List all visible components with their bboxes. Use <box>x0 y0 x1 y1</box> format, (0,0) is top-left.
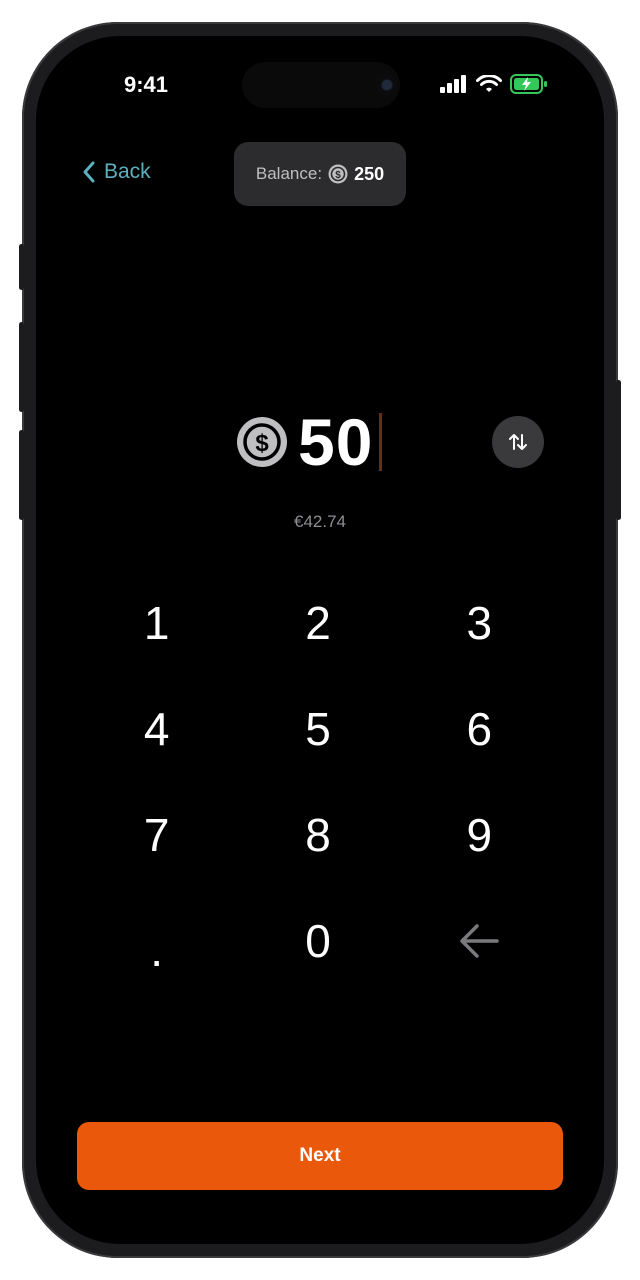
status-icons <box>440 74 548 94</box>
balance-label: Balance: <box>255 164 323 183</box>
next-button[interactable]: Next <box>77 1122 563 1190</box>
text-caret <box>379 413 383 471</box>
numeric-keypad: 1 2 3 4 5 6 7 8 9 . 0 <box>76 570 560 994</box>
chevron-left-icon <box>83 161 95 183</box>
key-0[interactable]: 0 <box>237 888 398 994</box>
key-1[interactable]: 1 <box>76 570 237 676</box>
silent-switch <box>19 244 24 290</box>
key-6[interactable]: 6 <box>399 676 560 782</box>
key-7[interactable]: 7 <box>76 782 237 888</box>
key-5[interactable]: 5 <box>237 676 398 782</box>
status-time: 9:41 <box>124 72 169 97</box>
backspace-arrow-icon <box>460 924 500 958</box>
back-button[interactable]: Back <box>82 160 151 184</box>
usdc-coin-icon: $ <box>328 164 348 184</box>
volume-down-button <box>19 430 24 520</box>
fiat-equivalent: €42.74 <box>294 512 346 531</box>
cellular-signal-icon <box>440 75 466 93</box>
back-label: Back <box>104 160 151 183</box>
key-decimal[interactable]: . <box>76 888 237 994</box>
app-screen: 9:41 Back Balance: $ 250 $ 50 €42.74 1 2… <box>36 36 604 1244</box>
key-8[interactable]: 8 <box>237 782 398 888</box>
key-3[interactable]: 3 <box>399 570 560 676</box>
key-9[interactable]: 9 <box>399 782 560 888</box>
svg-text:$: $ <box>255 430 269 457</box>
key-4[interactable]: 4 <box>76 676 237 782</box>
front-camera-icon <box>376 74 398 96</box>
swap-currency-button[interactable] <box>492 416 544 468</box>
power-button <box>616 380 621 520</box>
wifi-icon <box>476 74 502 92</box>
swap-vertical-icon <box>509 434 527 450</box>
key-backspace[interactable] <box>399 888 560 994</box>
volume-up-button <box>19 322 24 412</box>
amount-display: $ 50 <box>236 404 383 480</box>
usdc-coin-icon: $ <box>237 417 287 467</box>
svg-text:$: $ <box>335 170 341 181</box>
amount-value: 50 <box>298 405 374 479</box>
balance-value: 250 <box>354 163 385 184</box>
balance-pill: Balance: $ 250 <box>234 142 406 206</box>
battery-charging-icon <box>510 74 547 94</box>
key-2[interactable]: 2 <box>237 570 398 676</box>
